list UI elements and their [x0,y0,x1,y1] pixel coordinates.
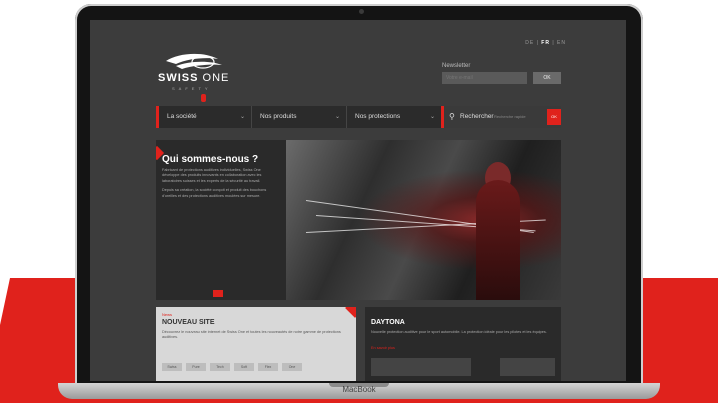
search-placeholder: Recherche rapide [494,114,526,119]
chevron-down-icon: ⌄ [429,114,435,120]
chevron-down-icon: ⌄ [239,114,245,120]
search-icon: ⚲ [449,112,455,121]
daytona-link[interactable]: En savoir plus [371,346,395,350]
location-marker-icon [201,94,206,102]
newsletter-submit-button[interactable]: OK [533,72,561,84]
news-text: Découvrez le nouveau site internet de Sw… [162,330,341,340]
laptop-brand-label: MacBook [342,385,376,394]
partner-logo: Pure [186,363,206,371]
news-card[interactable]: News NOUVEAU SITE Découvrez le nouveau s… [156,307,356,381]
partner-logo: Swiss [162,363,182,371]
slider-indicator[interactable] [213,290,223,297]
newsletter-email-input[interactable] [442,72,527,84]
partner-logo: Tech [210,363,230,371]
about-paragraph: Depuis sa création, la société conçoit e… [162,188,267,198]
logo-wordmark: SWISS ONE [158,72,229,84]
logo-tagline: SAFETY [172,86,212,91]
nav-item-label: Nos produits [260,113,297,120]
nav-item-produits[interactable]: Nos produits ⌄ [251,106,346,128]
laptop-base: MacBook [58,383,660,399]
language-switcher: DE | FR | EN [525,40,566,46]
language-en[interactable]: EN [557,40,566,46]
chevron-down-icon: ⌄ [334,114,340,120]
daytona-title: DAYTONA [371,319,405,326]
logo-word-bold: SWISS [158,72,199,84]
daytona-thumbnail [500,358,555,376]
nav-item-label: La société [167,113,197,120]
partner-logos: Swiss Pure Tech Soft Flex One [162,355,352,371]
newsletter-label: Newsletter [442,63,471,69]
about-text: Fabricant de protections auditives indiv… [162,168,278,203]
logo-word-light: ONE [202,72,230,84]
search-submit-button[interactable]: OK [547,109,561,125]
language-fr[interactable]: FR [541,40,550,46]
about-paragraph: Fabricant de protections auditives indiv… [162,168,262,183]
red-corner-icon [345,307,356,318]
daytona-thumbnail [371,358,471,376]
daytona-card[interactable]: DAYTONA Nouvelle protection auditive pou… [365,307,561,381]
news-label: News [162,312,173,317]
search-label: Rechercher [460,113,494,120]
laptop-screen: DE | FR | EN SWISS ONE SAFETY Newsletter… [90,20,626,381]
partner-logo: Flex [258,363,278,371]
partner-logo: One [282,363,302,371]
daytona-text: Nouvelle protection auditive pour le spo… [371,330,547,334]
nav-item-label: Nos protections [355,113,401,120]
hero-person [476,180,520,300]
partner-logo: Soft [234,363,254,371]
hero-section: Qui sommes-nous ? Fabricant de protectio… [156,140,561,300]
nav-item-protections[interactable]: Nos protections ⌄ [346,106,441,128]
nav-search-box[interactable]: ⚲ Rechercher Recherche rapide [441,106,561,128]
main-navigation: La société ⌄ Nos produits ⌄ Nos protecti… [156,106,561,128]
about-title: Qui sommes-nous ? [162,154,259,165]
nav-item-societe[interactable]: La société ⌄ [156,106,251,128]
language-de[interactable]: DE [525,40,534,46]
about-panel: Qui sommes-nous ? Fabricant de protectio… [156,140,286,300]
news-title: NOUVEAU SITE [162,319,215,326]
camera-icon [359,9,364,14]
